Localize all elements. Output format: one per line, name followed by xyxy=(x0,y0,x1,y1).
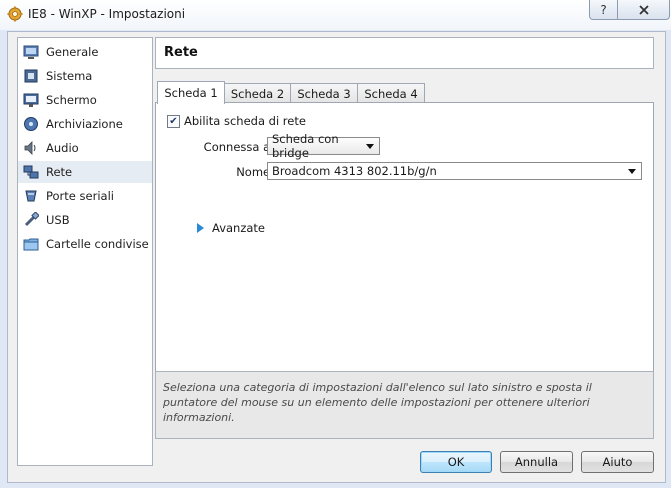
sidebar-item-label: Sistema xyxy=(46,69,93,83)
info-text: Seleziona una categoria di impostazioni … xyxy=(163,381,592,424)
display-icon xyxy=(23,93,39,107)
adapter-name-value: Broadcom 4313 802.11b/g/n xyxy=(272,164,437,178)
enable-adapter-checkbox[interactable]: ✔ xyxy=(167,115,180,128)
tab-scheda-1[interactable]: Scheda 1 xyxy=(157,81,225,104)
adapter-name-select[interactable]: Broadcom 4313 802.11b/g/n xyxy=(267,162,642,180)
sidebar-item-cartelle-condivise[interactable]: Cartelle condivise xyxy=(18,233,152,255)
chevron-down-icon xyxy=(366,144,374,149)
advanced-toggle[interactable]: Avanzate xyxy=(212,221,265,235)
close-button[interactable] xyxy=(617,0,670,20)
sidebar-item-label: Rete xyxy=(46,165,73,179)
sidebar-item-label: Generale xyxy=(46,45,99,59)
enable-adapter-label[interactable]: Abilita scheda di rete xyxy=(184,114,306,128)
cancel-button[interactable]: Annulla xyxy=(500,451,573,473)
adapter-settings-panel: ✔ Abilita scheda di rete Connessa a: Sch… xyxy=(155,102,654,393)
adapter-tabs: Scheda 1 Scheda 2 Scheda 3 Scheda 4 xyxy=(155,81,655,104)
page-header: Rete xyxy=(155,37,654,69)
expand-arrow-icon[interactable] xyxy=(197,223,204,233)
monitor-icon xyxy=(23,45,39,59)
sidebar-item-audio[interactable]: Audio xyxy=(18,137,152,159)
chevron-down-icon xyxy=(628,169,636,174)
help-title-button[interactable]: ? xyxy=(589,0,618,20)
window-title: IE8 - WinXP - Impostazioni xyxy=(28,7,186,21)
usb-icon xyxy=(24,212,39,227)
gear-app-icon xyxy=(7,6,23,22)
sidebar-item-porte-seriali[interactable]: Porte seriali xyxy=(18,185,152,207)
settings-window: IE8 - WinXP - Impostazioni ? Generale Si… xyxy=(0,0,671,488)
tab-scheda-4[interactable]: Scheda 4 xyxy=(357,83,425,103)
settings-category-list: Generale Sistema Schermo Archiviazione A… xyxy=(17,37,153,466)
sidebar-item-usb[interactable]: USB xyxy=(18,209,152,231)
attached-to-select[interactable]: Scheda con bridge xyxy=(267,132,380,160)
sidebar-item-schermo[interactable]: Schermo xyxy=(18,89,152,111)
close-icon xyxy=(638,4,649,15)
sidebar-item-generale[interactable]: Generale xyxy=(18,41,152,63)
sidebar-item-label: Archiviazione xyxy=(46,117,123,131)
speaker-icon xyxy=(24,141,36,155)
attached-to-label: Connessa a: xyxy=(203,140,274,154)
sidebar-item-label: Porte seriali xyxy=(46,189,114,203)
title-bar[interactable]: IE8 - WinXP - Impostazioni ? xyxy=(0,0,671,30)
folder-icon xyxy=(23,238,39,251)
sidebar-item-label: USB xyxy=(46,213,70,227)
sidebar-item-label: Schermo xyxy=(46,93,97,107)
serial-port-icon xyxy=(25,190,37,202)
sidebar-item-archiviazione[interactable]: Archiviazione xyxy=(18,113,152,135)
sidebar-item-label: Cartelle condivise xyxy=(46,237,149,251)
chip-icon xyxy=(24,69,38,83)
sidebar-item-label: Audio xyxy=(46,141,79,155)
tab-scheda-3[interactable]: Scheda 3 xyxy=(290,83,358,103)
sidebar-item-sistema[interactable]: Sistema xyxy=(18,65,152,87)
dialog-client-area: Generale Sistema Schermo Archiviazione A… xyxy=(7,31,666,483)
page-title: Rete xyxy=(164,45,198,60)
disk-icon xyxy=(24,117,38,131)
network-icon xyxy=(23,165,39,179)
ok-button[interactable]: OK xyxy=(420,451,492,473)
tab-scheda-2[interactable]: Scheda 2 xyxy=(224,83,291,103)
help-button[interactable]: Aiuto xyxy=(581,451,654,473)
attached-to-value: Scheda con bridge xyxy=(272,132,339,160)
info-panel: Seleziona una categoria di impostazioni … xyxy=(155,371,654,439)
sidebar-item-rete[interactable]: Rete xyxy=(18,161,152,183)
adapter-name-label: Nome: xyxy=(236,165,274,179)
